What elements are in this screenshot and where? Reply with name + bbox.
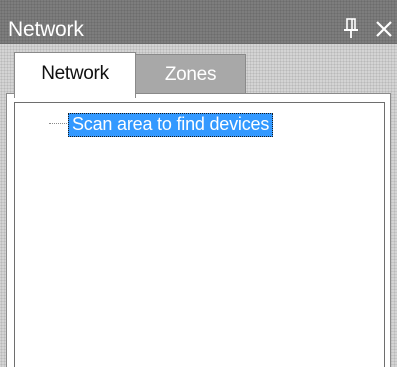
tree-connector-line: [49, 123, 69, 124]
panel-title-bar[interactable]: Network: [0, 0, 397, 44]
tab-content-network: Scan area to find devices: [6, 93, 391, 367]
tab-network[interactable]: Network: [14, 52, 136, 98]
device-tree-view[interactable]: Scan area to find devices: [14, 102, 385, 367]
panel-title: Network: [8, 18, 84, 41]
close-icon[interactable]: [374, 19, 394, 39]
tree-item-scan-area[interactable]: Scan area to find devices: [68, 113, 274, 137]
tab-zones[interactable]: Zones: [136, 54, 246, 94]
pin-icon[interactable]: [343, 17, 359, 39]
network-panel: Network Network Zones Scan area to find …: [0, 0, 397, 367]
